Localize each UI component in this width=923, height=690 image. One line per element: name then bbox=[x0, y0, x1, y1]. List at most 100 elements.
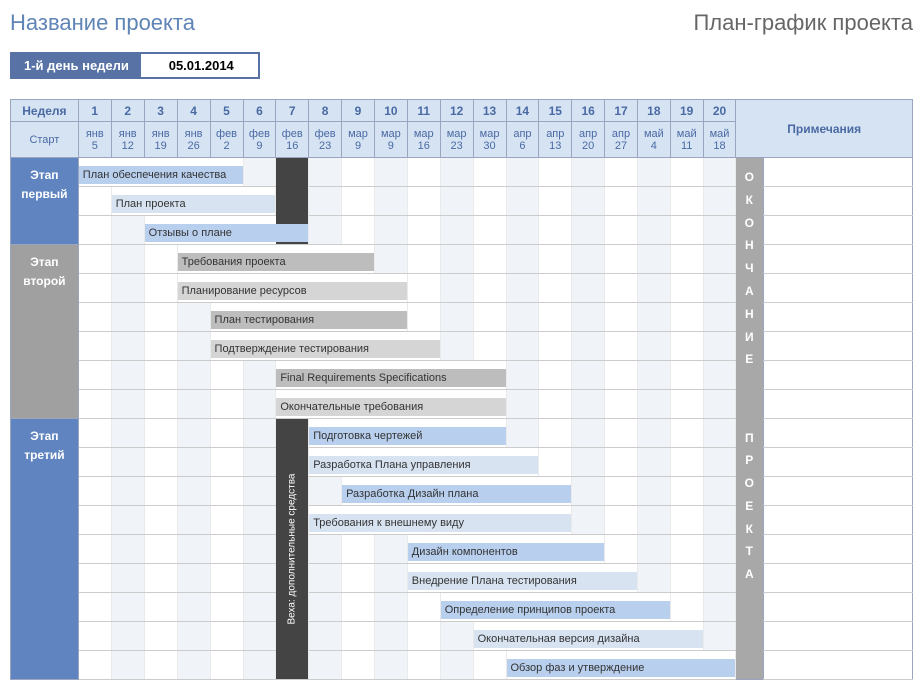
col-week-5: 5 bbox=[210, 100, 243, 122]
chart-title: План-график проекта bbox=[693, 10, 913, 36]
task-bar: Подтверждение тестирования bbox=[210, 332, 440, 361]
task-bar: Определение принципов проекта bbox=[440, 593, 670, 622]
col-week-12: 12 bbox=[440, 100, 473, 122]
week-start-label: 1-й день недели bbox=[12, 54, 141, 77]
notes-cell[interactable] bbox=[764, 390, 913, 419]
col-week-8: 8 bbox=[309, 100, 342, 122]
col-date-2: янв12 bbox=[111, 122, 144, 158]
col-date-20: май18 bbox=[703, 122, 736, 158]
col-date-6: фев9 bbox=[243, 122, 276, 158]
col-week-17: 17 bbox=[605, 100, 638, 122]
notes-cell[interactable] bbox=[764, 332, 913, 361]
notes-cell[interactable] bbox=[764, 419, 913, 448]
notes-cell[interactable] bbox=[764, 651, 913, 680]
col-date-5: фев2 bbox=[210, 122, 243, 158]
notes-cell[interactable] bbox=[764, 448, 913, 477]
task-bar: Окончательная версия дизайна bbox=[473, 622, 703, 651]
col-week-14: 14 bbox=[506, 100, 539, 122]
end-label-top: ОКОНЧАНИЕ bbox=[736, 158, 764, 419]
col-week-3: 3 bbox=[144, 100, 177, 122]
task-Дизайн компонентов: Дизайн компонентов bbox=[408, 543, 604, 561]
task-Отзывы о плане: Отзывы о плане bbox=[145, 224, 309, 242]
notes-cell[interactable] bbox=[764, 187, 913, 216]
task-Требования к внешнему виду: Требования к внешнему виду bbox=[309, 514, 571, 532]
notes-cell[interactable] bbox=[764, 361, 913, 390]
task-bar: Планирование ресурсов bbox=[177, 274, 407, 303]
task-bar: Подготовка чертежей bbox=[309, 419, 506, 448]
notes-cell[interactable] bbox=[764, 477, 913, 506]
col-date-7: фев16 bbox=[276, 122, 309, 158]
task-bar: Внедрение Плана тестирования bbox=[407, 564, 637, 593]
task-bar: Требования к внешнему виду bbox=[309, 506, 572, 535]
task-bar: Разработка Плана управления bbox=[309, 448, 539, 477]
notes-cell[interactable] bbox=[764, 303, 913, 332]
col-header-notes: Примечания bbox=[736, 100, 913, 158]
col-week-7: 7 bbox=[276, 100, 309, 122]
task-План тестирования: План тестирования bbox=[211, 311, 407, 329]
task-bar: Разработка Дизайн плана bbox=[342, 477, 572, 506]
task-bar: Дизайн компонентов bbox=[407, 535, 604, 564]
task-bar: Final Requirements Specifications bbox=[276, 361, 506, 390]
col-date-1: янв5 bbox=[78, 122, 111, 158]
col-week-11: 11 bbox=[407, 100, 440, 122]
col-week-19: 19 bbox=[670, 100, 703, 122]
col-date-13: мар30 bbox=[473, 122, 506, 158]
phase-3: Этаптретий bbox=[11, 419, 79, 680]
notes-cell[interactable] bbox=[764, 506, 913, 535]
col-week-16: 16 bbox=[572, 100, 605, 122]
col-header-start: Старт bbox=[11, 122, 79, 158]
end-label-bottom: ПРОЕКТА bbox=[736, 419, 764, 680]
phase-1: Этаппервый bbox=[11, 158, 79, 245]
col-date-9: мар9 bbox=[342, 122, 375, 158]
col-week-18: 18 bbox=[637, 100, 670, 122]
col-week-1: 1 bbox=[78, 100, 111, 122]
notes-cell[interactable] bbox=[764, 593, 913, 622]
task-bar: План проекта bbox=[111, 187, 276, 216]
col-week-10: 10 bbox=[374, 100, 407, 122]
task-Планирование ресурсов: Планирование ресурсов bbox=[178, 282, 407, 300]
notes-cell[interactable] bbox=[764, 158, 913, 187]
task-Подтверждение тестирования: Подтверждение тестирования bbox=[211, 340, 440, 358]
col-week-15: 15 bbox=[539, 100, 572, 122]
task-Окончательные требования: Окончательные требования bbox=[276, 398, 505, 416]
task-План обеспечения качества: План обеспечения качества bbox=[79, 166, 243, 184]
col-date-16: апр20 bbox=[572, 122, 605, 158]
task-Окончательная версия дизайна: Окончательная версия дизайна bbox=[474, 630, 703, 648]
col-date-10: мар9 bbox=[374, 122, 407, 158]
notes-cell[interactable] bbox=[764, 535, 913, 564]
col-date-14: апр6 bbox=[506, 122, 539, 158]
week-start-date[interactable]: 05.01.2014 bbox=[144, 54, 258, 77]
task-Определение принципов проекта: Определение принципов проекта bbox=[441, 601, 670, 619]
task-Обзор фаз и утверждение: Обзор фаз и утверждение bbox=[507, 659, 736, 677]
col-date-11: мар16 bbox=[407, 122, 440, 158]
notes-cell[interactable] bbox=[764, 216, 913, 245]
col-week-6: 6 bbox=[243, 100, 276, 122]
col-week-4: 4 bbox=[177, 100, 210, 122]
notes-cell[interactable] bbox=[764, 622, 913, 651]
col-date-12: мар23 bbox=[440, 122, 473, 158]
phase-2: Этапвторой bbox=[11, 245, 79, 419]
col-date-18: май4 bbox=[637, 122, 670, 158]
task-Подготовка чертежей: Подготовка чертежей bbox=[309, 427, 505, 445]
task-Разработка Плана управления: Разработка Плана управления bbox=[309, 456, 538, 474]
col-week-13: 13 bbox=[473, 100, 506, 122]
col-week-9: 9 bbox=[342, 100, 375, 122]
notes-cell[interactable] bbox=[764, 274, 913, 303]
task-bar: План тестирования bbox=[210, 303, 407, 332]
task-bar: Требования проекта bbox=[177, 245, 374, 274]
col-date-19: май11 bbox=[670, 122, 703, 158]
col-header-week: Неделя bbox=[11, 100, 79, 122]
col-week-2: 2 bbox=[111, 100, 144, 122]
col-date-15: апр13 bbox=[539, 122, 572, 158]
notes-cell[interactable] bbox=[764, 564, 913, 593]
task-Внедрение Плана тестирования: Внедрение Плана тестирования bbox=[408, 572, 637, 590]
task-Final Requirements Specifications: Final Requirements Specifications bbox=[276, 369, 505, 387]
task-Разработка Дизайн плана: Разработка Дизайн плана bbox=[342, 485, 571, 503]
col-date-4: янв26 bbox=[177, 122, 210, 158]
col-date-17: апр27 bbox=[605, 122, 638, 158]
col-week-20: 20 bbox=[703, 100, 736, 122]
col-date-3: янв19 bbox=[144, 122, 177, 158]
task-План проекта: План проекта bbox=[112, 195, 276, 213]
notes-cell[interactable] bbox=[764, 245, 913, 274]
page-title: Название проекта bbox=[10, 10, 195, 36]
